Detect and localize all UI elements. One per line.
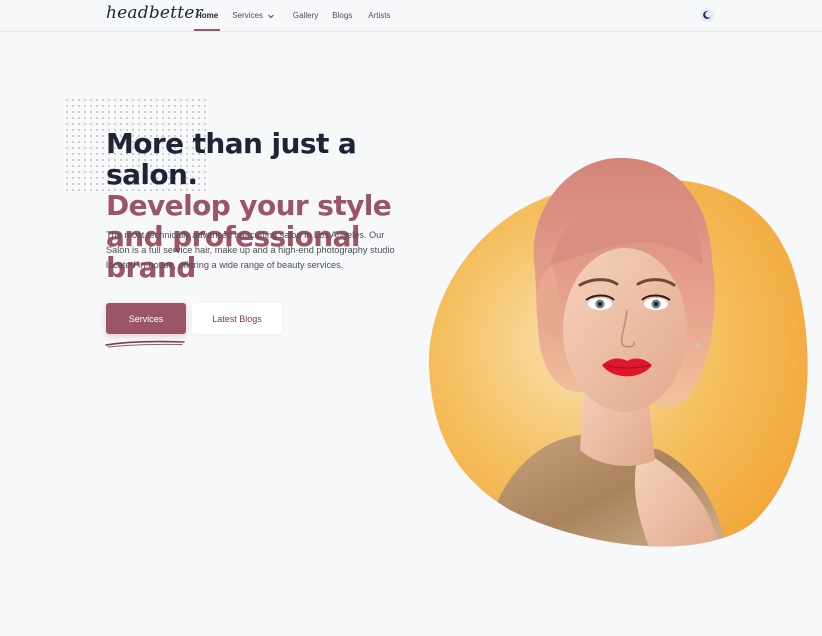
main-nav: Home Services Gallery Blogs Artists xyxy=(193,0,391,31)
headline-line-1: More than just a salon. xyxy=(106,127,357,191)
nav-item-services[interactable]: Services xyxy=(232,0,275,31)
brush-underline-decoration xyxy=(105,340,185,348)
nav-item-artists[interactable]: Artists xyxy=(368,0,390,31)
nav-item-gallery[interactable]: Gallery xyxy=(293,0,318,31)
nav-item-services-label: Services xyxy=(232,11,263,20)
latest-blogs-button[interactable]: Latest Blogs xyxy=(192,303,282,334)
hero-description: The most technically advanced haircuttin… xyxy=(106,230,395,270)
services-button[interactable]: Services xyxy=(106,303,186,334)
nav-item-blogs[interactable]: Blogs xyxy=(332,0,352,31)
site-logo[interactable]: headbetter xyxy=(106,3,203,23)
hero-model-image xyxy=(428,157,808,547)
site-header: headbetter Home Services Gallery Blogs A… xyxy=(0,0,822,32)
chevron-down-icon xyxy=(268,14,274,18)
theme-toggle-button[interactable] xyxy=(700,8,714,22)
moon-icon xyxy=(703,10,711,19)
nav-item-home[interactable]: Home xyxy=(193,0,221,31)
